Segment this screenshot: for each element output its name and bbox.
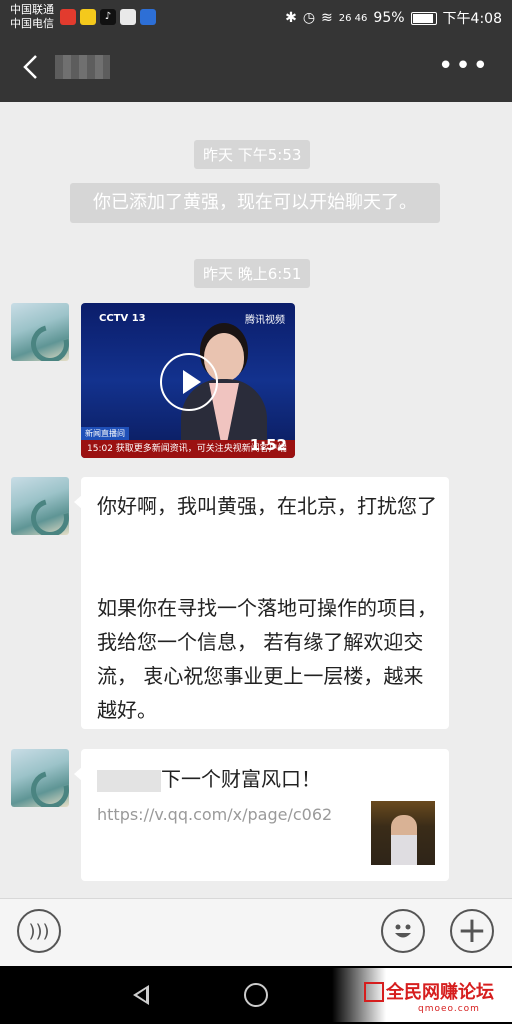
contact-name-blurred — [55, 55, 110, 79]
text-message-bubble[interactable]: 你好啊，我叫黄强，在北京，打扰您了 如果你在寻找一个落地可操作的项目，我给您一个… — [74, 477, 449, 729]
emoji-icon[interactable] — [381, 909, 425, 953]
play-icon[interactable] — [160, 353, 218, 411]
video-duration: 1:52 — [249, 436, 287, 454]
carrier-2: 中国电信 — [10, 17, 54, 30]
shield-icon — [140, 9, 156, 25]
bluetooth-icon: ✱ — [285, 10, 297, 26]
carrier-info: 中国联通 中国电信 — [10, 3, 54, 31]
status-bar: 中国联通 中国电信 ♪ ✱ ◷ ≋ 26 46 95% 下午4:08 — [0, 0, 512, 34]
link-url: https://v.qq.com/x/page/c062 — [97, 805, 333, 824]
link-title-text: 下一个财富风口！ — [161, 767, 321, 791]
nav-back-icon[interactable] — [133, 985, 149, 1005]
blurred-text — [97, 769, 161, 792]
back-arrow-icon[interactable] — [18, 52, 48, 82]
watermark-text: 全民网赚论坛 — [386, 982, 494, 1003]
timestamp: 昨天 下午5:53 — [194, 140, 311, 169]
signal-icon: 26 46 — [338, 12, 368, 24]
link-thumbnail — [371, 801, 435, 865]
voice-input-icon[interactable]: ))) — [17, 909, 61, 953]
message-text: 你好啊，我叫黄强，在北京，打扰您了 — [97, 494, 437, 518]
contact-avatar[interactable] — [11, 477, 69, 535]
battery-icon — [410, 11, 437, 25]
cctv-logo: CCTV 13 — [99, 313, 146, 324]
system-message: 你已添加了黄强，现在可以开始聊天了。 — [70, 183, 440, 223]
notification-icons: ♪ — [60, 9, 156, 25]
carrier-1: 中国联通 — [10, 3, 54, 16]
contact-avatar[interactable] — [11, 749, 69, 807]
contact-avatar[interactable] — [11, 303, 69, 361]
smile-icon — [395, 924, 411, 938]
tencent-video-logo: 腾讯视频 — [245, 315, 285, 326]
app-notification-icon — [60, 9, 76, 25]
link-message-card[interactable]: 下一个财富风口！ https://v.qq.com/x/page/c062 — [74, 749, 449, 881]
forum-watermark: 全民网赚论坛 qmoeo.com — [332, 968, 512, 1022]
system-nav-bar: 全民网赚论坛 qmoeo.com — [0, 966, 512, 1024]
app-notification-icon — [80, 9, 96, 25]
input-bar: ))) + — [0, 898, 512, 967]
app-notification-icon — [120, 9, 136, 25]
watermark-logo — [364, 982, 384, 1002]
watermark-domain: qmoeo.com — [418, 1004, 480, 1014]
alarm-icon: ◷ — [302, 10, 316, 26]
link-title: 下一个财富风口！ — [97, 763, 321, 792]
message-text: 如果你在寻找一个落地可操作的项目，我给您一个信息， 若有缘了解欢迎交流， 衷心祝… — [97, 596, 437, 722]
more-options-icon[interactable]: ••• — [438, 53, 490, 79]
chat-header: ••• — [0, 34, 512, 102]
wifi-icon: ≋ — [321, 10, 333, 26]
timestamp: 昨天 晚上6:51 — [194, 259, 311, 288]
nav-home-icon[interactable] — [244, 983, 268, 1007]
plus-icon[interactable]: + — [450, 909, 494, 953]
status-right: ✱ ◷ ≋ 26 46 95% 下午4:08 — [285, 8, 502, 28]
news-tag: 新闻直播间 — [81, 427, 129, 440]
battery-percent: 95% — [373, 10, 405, 26]
video-message[interactable]: CCTV 13 腾讯视频 新闻直播间 15:02 获取更多新闻资讯，可关注央视新… — [81, 303, 295, 458]
clock: 下午4:08 — [442, 11, 502, 27]
tiktok-icon: ♪ — [100, 9, 116, 25]
